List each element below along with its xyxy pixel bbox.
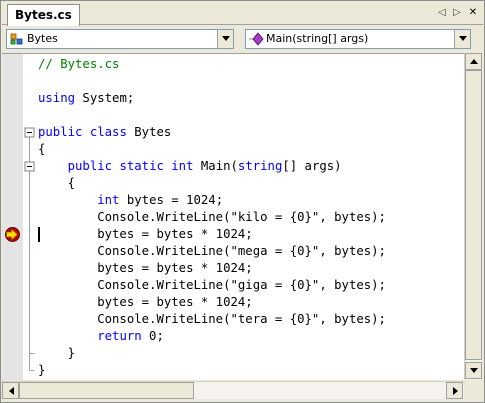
code-line[interactable]: return 0; — [38, 328, 164, 345]
types-dropdown[interactable]: Bytes — [6, 29, 234, 49]
code-token: Bytes — [126, 125, 172, 139]
arrow-right-icon — [453, 387, 458, 395]
tab-bytes-cs[interactable]: Bytes.cs — [7, 4, 80, 26]
editor-window: Bytes.cs ◁ ▷ ✕ Bytes Main(string[] args) — [0, 0, 485, 403]
code-line[interactable]: } — [38, 345, 75, 362]
members-dropdown[interactable]: Main(string[] args) — [245, 29, 471, 49]
code-line[interactable]: Console.WriteLine("kilo = {0}", bytes); — [38, 209, 386, 226]
code-line[interactable]: // Bytes.cs — [38, 56, 119, 73]
code-token: } — [38, 346, 76, 360]
arrow-left-icon — [9, 387, 14, 395]
scroll-tabs-right-icon[interactable]: ▷ — [450, 6, 464, 20]
code-line[interactable]: using System; — [38, 90, 134, 107]
code-line[interactable]: Console.WriteLine("mega = {0}", bytes); — [38, 243, 386, 260]
code-token: System; — [75, 91, 135, 105]
code-line[interactable]: { — [38, 141, 45, 158]
vertical-scrollbar[interactable] — [464, 53, 482, 380]
navigation-bar: Bytes Main(string[] args) — [2, 26, 483, 52]
close-tab-icon[interactable]: ✕ — [466, 6, 480, 20]
horizontal-scroll-thumb[interactable] — [19, 382, 194, 399]
horizontal-scrollbar[interactable] — [2, 381, 464, 399]
arrow-down-icon — [470, 368, 478, 373]
code-token: Console.WriteLine("tera = {0}", bytes); — [38, 312, 386, 326]
keyword-token: public — [67, 159, 113, 173]
keyword-token: string — [237, 159, 283, 173]
code-token: 0; — [141, 329, 164, 343]
scroll-tabs-left-icon[interactable]: ◁ — [435, 6, 449, 20]
scroll-right-button[interactable] — [446, 382, 463, 399]
code-line[interactable]: bytes = bytes * 1024; — [38, 260, 253, 277]
code-editor[interactable]: // Bytes.cs using System; public class Byt… — [2, 53, 464, 380]
code-line[interactable]: Console.WriteLine("tera = {0}", bytes); — [38, 311, 386, 328]
document-tab-strip: Bytes.cs ◁ ▷ ✕ — [2, 2, 483, 26]
code-token: bytes = bytes * 1024; — [38, 295, 253, 309]
keyword-token: using — [38, 91, 76, 105]
keyword-token: public — [38, 125, 83, 139]
chevron-down-icon — [459, 36, 467, 41]
chevron-down-icon — [222, 36, 230, 41]
comment-token: // Bytes.cs — [38, 57, 120, 71]
code-token: bytes = bytes * 1024; — [38, 261, 253, 275]
code-token: { — [38, 142, 46, 156]
code-line[interactable]: int bytes = 1024; — [38, 192, 223, 209]
scroll-left-button[interactable] — [2, 382, 19, 399]
keyword-token: return — [97, 329, 142, 343]
code-token: Main( — [193, 159, 238, 173]
code-token: } — [38, 363, 46, 377]
types-dropdown-value: Bytes — [27, 32, 58, 45]
code-line[interactable]: public static int Main(string[] args) — [38, 158, 342, 175]
code-token: [] args) — [282, 159, 342, 173]
code-token: { — [38, 176, 76, 190]
members-dropdown-button[interactable] — [454, 30, 470, 48]
members-dropdown-value: Main(string[] args) — [266, 32, 369, 45]
code-token: bytes = 1024; — [119, 193, 224, 207]
code-line[interactable]: } — [38, 362, 45, 379]
code-token: Console.WriteLine("mega = {0}", bytes); — [38, 244, 386, 258]
code-token: bytes = bytes * 1024; — [38, 227, 253, 241]
scroll-down-button[interactable] — [465, 362, 482, 379]
code-line[interactable]: bytes = bytes * 1024; — [38, 226, 253, 243]
code-line[interactable]: bytes = bytes * 1024; — [38, 294, 253, 311]
class-icon — [10, 33, 23, 45]
keyword-token: int — [97, 193, 120, 207]
scrollbar-corner — [464, 381, 482, 399]
keyword-token: class — [89, 125, 127, 139]
code-line[interactable]: Console.WriteLine("giga = {0}", bytes); — [38, 277, 386, 294]
method-icon — [249, 32, 264, 46]
keyword-token: static — [119, 159, 164, 173]
arrow-up-icon — [470, 59, 478, 64]
scroll-up-button[interactable] — [465, 53, 482, 70]
vertical-scroll-thumb[interactable] — [465, 70, 482, 360]
types-dropdown-button[interactable] — [217, 30, 233, 48]
code-token: Console.WriteLine("giga = {0}", bytes); — [38, 278, 386, 292]
code-line[interactable]: public class Bytes — [38, 124, 171, 141]
code-line[interactable]: { — [38, 175, 75, 192]
code-token: Console.WriteLine("kilo = {0}", bytes); — [38, 210, 386, 224]
keyword-token: int — [171, 159, 194, 173]
